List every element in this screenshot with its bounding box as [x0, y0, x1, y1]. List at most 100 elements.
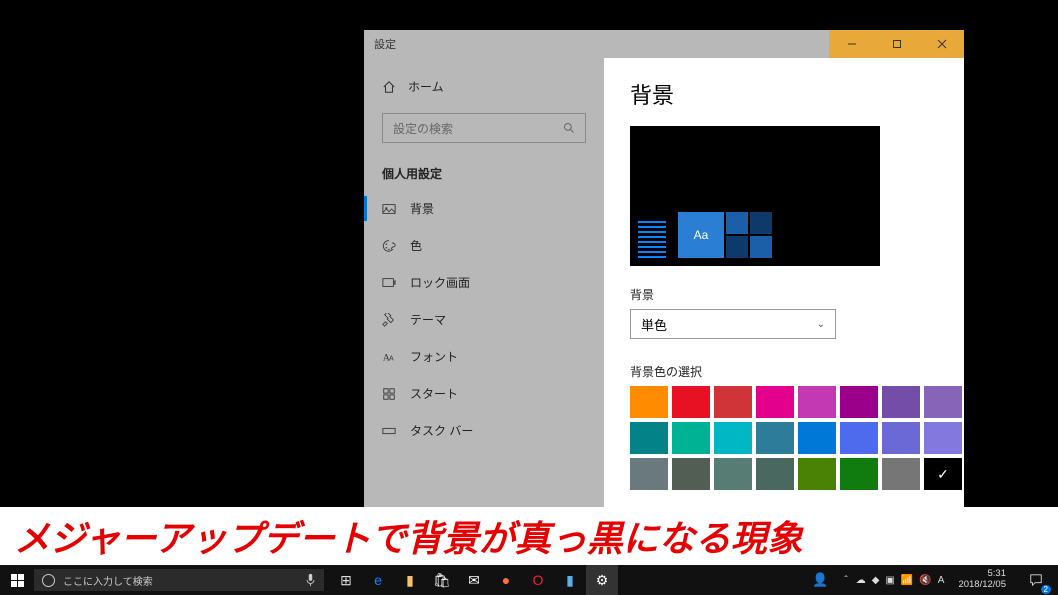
start-icon — [382, 387, 396, 401]
mail-icon[interactable]: ✉ — [458, 565, 490, 595]
color-swatch[interactable] — [798, 458, 836, 490]
home-link[interactable]: ホーム — [364, 68, 604, 105]
color-swatch[interactable] — [714, 386, 752, 418]
edge-icon[interactable]: e — [362, 565, 394, 595]
preview-tiles: Aa — [678, 212, 772, 258]
svg-text:A: A — [389, 355, 394, 362]
opera-icon[interactable]: O — [522, 565, 554, 595]
volume-icon[interactable]: 🔇 — [919, 575, 931, 586]
start-button[interactable] — [0, 565, 34, 595]
color-swatch[interactable] — [714, 458, 752, 490]
color-swatch[interactable] — [672, 422, 710, 454]
sidebar-item-0[interactable]: 背景 — [364, 190, 604, 227]
sidebar-item-3[interactable]: テーマ — [364, 301, 604, 338]
tray-chevron-up-icon[interactable]: ˆ — [844, 575, 847, 586]
clock[interactable]: 5:31 2018/12/05 — [952, 569, 1012, 591]
taskbar: ここに入力して検索 ⊞e▮🛍✉●O▮⚙ 👤 ˆ ☁◆▣📶🔇A 5:31 2018… — [0, 565, 1058, 595]
action-center-icon[interactable]: 2 — [1020, 565, 1052, 595]
color-swatch[interactable] — [882, 386, 920, 418]
onedrive-icon[interactable]: ☁ — [856, 575, 866, 586]
sidebar-item-5[interactable]: スタート — [364, 375, 604, 412]
search-icon — [563, 122, 575, 134]
maximize-button[interactable] — [874, 30, 919, 58]
font-icon: AA — [382, 350, 396, 364]
color-swatch[interactable] — [882, 422, 920, 454]
color-swatch[interactable] — [756, 422, 794, 454]
app2-icon[interactable]: ▣ — [885, 575, 894, 586]
color-swatch[interactable] — [798, 386, 836, 418]
page-title: 背景 — [630, 78, 938, 110]
chevron-down-icon: ⌄ — [817, 319, 825, 330]
sidebar-item-label: 背景 — [410, 200, 434, 217]
color-swatch[interactable] — [714, 422, 752, 454]
sidebar-item-4[interactable]: AA フォント — [364, 338, 604, 375]
window-controls — [829, 30, 964, 58]
clock-date: 2018/12/05 — [958, 580, 1006, 591]
windows-logo-icon — [11, 574, 24, 587]
network-icon[interactable]: 📶 — [901, 575, 913, 586]
color-swatch[interactable] — [924, 386, 962, 418]
search-input[interactable]: 設定の検索 — [382, 113, 586, 143]
color-swatch[interactable] — [840, 386, 878, 418]
picture-icon — [382, 202, 396, 216]
sidebar-item-label: 色 — [410, 237, 422, 254]
sidebar-item-label: タスク バー — [410, 422, 473, 439]
close-button[interactable] — [919, 30, 964, 58]
desktop-preview: Aa — [630, 126, 880, 266]
minimize-button[interactable] — [829, 30, 874, 58]
color-swatch[interactable] — [924, 422, 962, 454]
color-swatch[interactable] — [630, 386, 668, 418]
store-icon[interactable]: 🛍 — [426, 565, 458, 595]
caption-text: メジャーアップデートで背景が真っ黒になる現象 — [14, 510, 803, 562]
sidebar-item-label: スタート — [410, 385, 458, 402]
sidebar-item-2[interactable]: ロック画面 — [364, 264, 604, 301]
search-placeholder: 設定の検索 — [393, 120, 453, 137]
action-center-badge: 2 — [1041, 585, 1051, 594]
preview-start-list — [638, 221, 666, 258]
system-tray: 👤 ˆ ☁ ◆ ▣ 📶 🔇 A 5:31 2018/12/05 2 — [804, 565, 1058, 595]
background-dropdown[interactable]: 単色 ⌄ — [630, 309, 836, 339]
settings-icon[interactable]: ⚙ — [586, 565, 618, 595]
people-icon[interactable]: 👤 — [804, 565, 836, 595]
color-swatch-grid — [630, 386, 938, 490]
sidebar: ホーム 設定の検索 個人用設定 背景色ロック画面テーマ AA フォントスタートタスク… — [364, 58, 604, 546]
color-swatch[interactable] — [672, 386, 710, 418]
color-swatch[interactable] — [630, 422, 668, 454]
sidebar-item-label: フォント — [410, 348, 458, 365]
sidebar-item-1[interactable]: 色 — [364, 227, 604, 264]
color-swatch[interactable] — [756, 386, 794, 418]
color-swatch[interactable] — [672, 458, 710, 490]
theme-icon — [382, 313, 396, 327]
sidebar-item-6[interactable]: タスク バー — [364, 412, 604, 449]
color-swatch[interactable] — [840, 458, 878, 490]
color-swatch[interactable] — [798, 422, 836, 454]
search-bar-placeholder: ここに入力して検索 — [63, 573, 153, 588]
palette-icon — [382, 239, 396, 253]
section-header: 個人用設定 — [364, 151, 604, 190]
caption-banner: メジャーアップデートで背景が真っ黒になる現象 — [0, 507, 1058, 565]
search-bar[interactable]: ここに入力して検索 — [34, 569, 324, 591]
task-view-icon[interactable]: ⊞ — [330, 565, 362, 595]
home-label: ホーム — [408, 78, 444, 95]
dropdown-value: 単色 — [641, 315, 667, 334]
color-section-label: 背景色の選択 — [630, 363, 938, 380]
color-swatch[interactable] — [840, 422, 878, 454]
lock-screen-icon — [382, 276, 396, 290]
color-swatch[interactable] — [882, 458, 920, 490]
color-swatch[interactable] — [924, 458, 962, 490]
window-title: 設定 — [364, 36, 396, 52]
home-icon — [382, 80, 396, 94]
color-swatch[interactable] — [756, 458, 794, 490]
file-explorer-icon[interactable]: ▮ — [394, 565, 426, 595]
content-area: 背景 Aa 背景 単色 ⌄ 背景色の選択 — [604, 58, 964, 546]
background-label: 背景 — [630, 286, 938, 303]
app-icon[interactable]: ◆ — [872, 575, 880, 586]
color-swatch[interactable] — [630, 458, 668, 490]
firefox-icon[interactable]: ● — [490, 565, 522, 595]
mic-icon[interactable] — [305, 573, 316, 587]
notepad-icon[interactable]: ▮ — [554, 565, 586, 595]
sidebar-item-label: ロック画面 — [410, 274, 470, 291]
titlebar: 設定 — [364, 30, 964, 58]
preview-tile-large: Aa — [678, 212, 724, 258]
ime-icon[interactable]: A — [938, 575, 945, 586]
